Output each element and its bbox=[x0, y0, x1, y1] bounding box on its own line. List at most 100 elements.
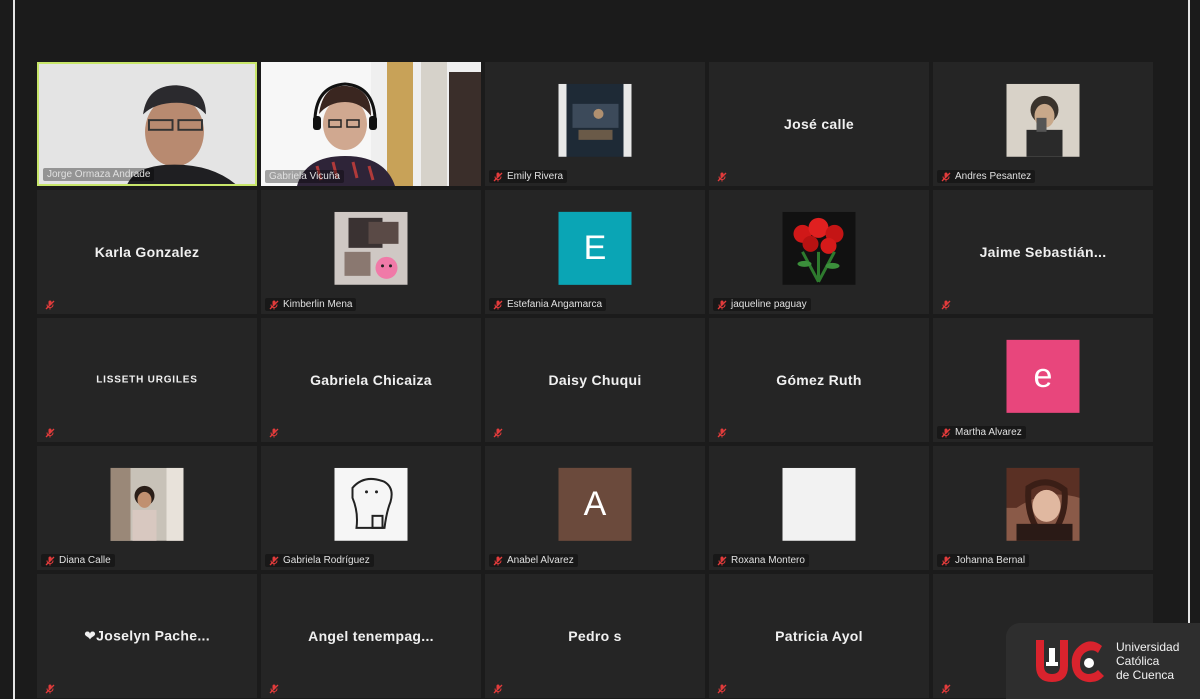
participant-avatar bbox=[1006, 467, 1080, 541]
participant-name-label: Gabriela Rodríguez bbox=[283, 555, 370, 566]
participant-display-name: ❤Joselyn Pache... bbox=[84, 627, 210, 644]
participant-video bbox=[39, 64, 255, 184]
participant-label: Roxana Montero bbox=[713, 554, 809, 567]
participant-tile-emily-rivera[interactable]: Emily Rivera bbox=[485, 62, 705, 186]
participant-initial-avatar: A bbox=[558, 467, 632, 541]
participant-name-label: Emily Rivera bbox=[507, 171, 564, 182]
muted-mic-icon bbox=[493, 556, 503, 566]
participant-label: Emily Rivera bbox=[489, 170, 568, 183]
muted-mic-icon bbox=[717, 428, 727, 438]
window-edge-left bbox=[13, 0, 15, 699]
participant-label: Diana Calle bbox=[41, 554, 115, 567]
participant-tile-gabriela-chicaiza[interactable]: Gabriela Chicaiza bbox=[261, 318, 481, 442]
participant-tile-patricia-ayol[interactable]: Patricia Ayol bbox=[709, 574, 929, 698]
participant-name-label: Martha Alvarez bbox=[955, 427, 1022, 438]
participant-name-label: Johanna Bernal bbox=[955, 555, 1026, 566]
participant-tile-diana-calle[interactable]: Diana Calle bbox=[37, 446, 257, 570]
participant-display-name: Jaime Sebastián... bbox=[979, 244, 1107, 260]
participant-label bbox=[937, 299, 955, 311]
participant-label bbox=[713, 171, 731, 183]
participant-initial-avatar: E bbox=[558, 211, 632, 285]
participant-label: Estefania Angamarca bbox=[489, 298, 607, 311]
participant-avatar bbox=[110, 467, 184, 541]
muted-mic-icon bbox=[45, 556, 55, 566]
muted-mic-icon bbox=[269, 428, 279, 438]
participant-label: Martha Alvarez bbox=[937, 426, 1026, 439]
participant-display-name: Pedro s bbox=[568, 628, 622, 644]
muted-mic-icon bbox=[493, 172, 503, 182]
participant-tile-johanna-bernal[interactable]: Johanna Bernal bbox=[933, 446, 1153, 570]
participant-avatar bbox=[334, 467, 408, 541]
participant-tile-gabriela-vicuna[interactable]: Gabriela Vicuña bbox=[261, 62, 481, 186]
participant-label bbox=[713, 427, 731, 439]
muted-mic-icon bbox=[941, 300, 951, 310]
participant-tile-lisseth-urgiles[interactable]: LISSETH URGILES bbox=[37, 318, 257, 442]
participant-tile-pedro-s[interactable]: Pedro s bbox=[485, 574, 705, 698]
participant-tile-jorge-ormaza-andrade[interactable]: Jorge Ormaza Andrade bbox=[37, 62, 257, 186]
participant-tile-andres-pesantez[interactable]: Andres Pesantez bbox=[933, 62, 1153, 186]
participant-display-name: José calle bbox=[784, 116, 854, 132]
participant-label bbox=[489, 427, 507, 439]
muted-mic-icon bbox=[493, 428, 503, 438]
participant-label bbox=[41, 299, 59, 311]
participant-label bbox=[489, 683, 507, 695]
participant-tile-daisy-chuqui[interactable]: Daisy Chuqui bbox=[485, 318, 705, 442]
muted-mic-icon bbox=[269, 300, 279, 310]
participant-display-name: Gabriela Chicaiza bbox=[310, 372, 432, 388]
participant-tile-gomez-ruth[interactable]: Gómez Ruth bbox=[709, 318, 929, 442]
muted-mic-icon bbox=[717, 300, 727, 310]
logo-line-3: de Cuenca bbox=[1116, 668, 1175, 682]
participant-name-label: Kimberlin Mena bbox=[283, 299, 353, 310]
participant-name-label: Estefania Angamarca bbox=[507, 299, 603, 310]
muted-mic-icon bbox=[941, 556, 951, 566]
muted-mic-icon bbox=[717, 684, 727, 694]
participant-label: Gabriela Vicuña bbox=[265, 170, 344, 183]
participant-label: Kimberlin Mena bbox=[265, 298, 357, 311]
participant-label bbox=[41, 683, 59, 695]
participant-avatar bbox=[782, 467, 856, 541]
participant-display-name: Daisy Chuqui bbox=[548, 372, 642, 388]
participant-display-name: Karla Gonzalez bbox=[94, 244, 200, 260]
muted-mic-icon bbox=[493, 684, 503, 694]
muted-mic-icon bbox=[269, 556, 279, 566]
muted-mic-icon bbox=[45, 428, 55, 438]
participant-tile-roxana-montero[interactable]: Roxana Montero bbox=[709, 446, 929, 570]
muted-mic-icon bbox=[717, 556, 727, 566]
participant-avatar bbox=[782, 211, 856, 285]
participant-display-name: Angel tenempag... bbox=[308, 628, 434, 644]
muted-mic-icon bbox=[717, 172, 727, 182]
participant-tile-kimberlin-mena[interactable]: Kimberlin Mena bbox=[261, 190, 481, 314]
participant-tile-martha-alvarez[interactable]: e Martha Alvarez bbox=[933, 318, 1153, 442]
participant-avatar bbox=[1006, 83, 1080, 157]
uc-emblem-icon bbox=[1036, 640, 1104, 683]
participant-tile-jaqueline-paguay[interactable]: jaqueline paguay bbox=[709, 190, 929, 314]
muted-mic-icon bbox=[45, 300, 55, 310]
participant-tile-gabriela-rodriguez[interactable]: Gabriela Rodríguez bbox=[261, 446, 481, 570]
participant-video bbox=[261, 62, 481, 186]
participant-display-name: Patricia Ayol bbox=[775, 628, 863, 644]
muted-mic-icon bbox=[45, 684, 55, 694]
meeting-window: Jorge Ormaza Andrade Gabriela Vicuña Emily… bbox=[0, 0, 1200, 699]
participant-name-label: Jorge Ormaza Andrade bbox=[47, 169, 151, 180]
participant-name-label: Gabriela Vicuña bbox=[269, 171, 340, 182]
muted-mic-icon bbox=[941, 428, 951, 438]
muted-mic-icon bbox=[941, 684, 951, 694]
participant-avatar bbox=[334, 211, 408, 285]
participant-tile-estefania-angamarca[interactable]: E Estefania Angamarca bbox=[485, 190, 705, 314]
participant-display-name: LISSETH URGILES bbox=[96, 374, 198, 386]
participant-tile-angel-tenempag[interactable]: Angel tenempag... bbox=[261, 574, 481, 698]
participant-tile-jaime-sebastian[interactable]: Jaime Sebastián... bbox=[933, 190, 1153, 314]
participant-name-label: Anabel Alvarez bbox=[507, 555, 574, 566]
muted-mic-icon bbox=[941, 172, 951, 182]
participant-name-label: Andres Pesantez bbox=[955, 171, 1032, 182]
participant-tile-jose-calle[interactable]: José calle bbox=[709, 62, 929, 186]
participant-label: Johanna Bernal bbox=[937, 554, 1030, 567]
participant-tile-joselyn-pache[interactable]: ❤Joselyn Pache... bbox=[37, 574, 257, 698]
participant-label bbox=[265, 427, 283, 439]
participant-avatar bbox=[558, 83, 632, 157]
participant-tile-karla-gonzalez[interactable]: Karla Gonzalez bbox=[37, 190, 257, 314]
participant-label bbox=[41, 427, 59, 439]
participant-tile-anabel-alvarez[interactable]: A Anabel Alvarez bbox=[485, 446, 705, 570]
participant-label: jaqueline paguay bbox=[713, 298, 811, 311]
participant-label bbox=[713, 683, 731, 695]
